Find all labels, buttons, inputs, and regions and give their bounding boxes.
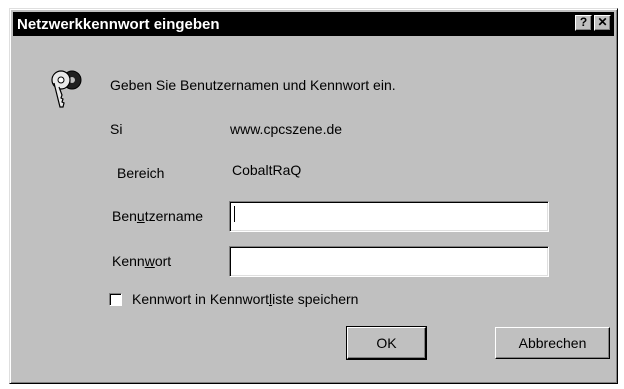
password-field[interactable] (229, 246, 549, 277)
password-label: Kennwort (112, 253, 172, 269)
dialog-title: Netzwerkkennwort eingeben (17, 15, 220, 33)
text-caret (234, 206, 235, 222)
help-button[interactable]: ? (575, 15, 592, 31)
realm-label: Bereich (117, 165, 165, 181)
cancel-button[interactable]: Abbrechen (495, 327, 610, 359)
site-label: Si (110, 121, 123, 137)
ok-button[interactable]: OK (346, 326, 427, 360)
username-label: Benutzername (112, 208, 204, 224)
network-password-dialog: Netzwerkkennwort eingeben ? ✕ Geben Sie … (9, 8, 618, 384)
realm-value: CobaltRaQ (232, 162, 302, 178)
keys-icon (46, 67, 86, 117)
save-password-label: Kennwort in Kennwortliste speichern (132, 291, 359, 307)
prompt-text: Geben Sie Benutzernamen und Kennwort ein… (110, 77, 396, 93)
username-field[interactable] (229, 201, 549, 232)
title-buttons: ? ✕ (575, 15, 611, 31)
title-bar: Netzwerkkennwort eingeben ? ✕ (13, 12, 614, 36)
site-value: www.cpcszene.de (230, 121, 343, 137)
close-button[interactable]: ✕ (594, 15, 611, 31)
save-password-checkbox[interactable] (109, 293, 122, 306)
